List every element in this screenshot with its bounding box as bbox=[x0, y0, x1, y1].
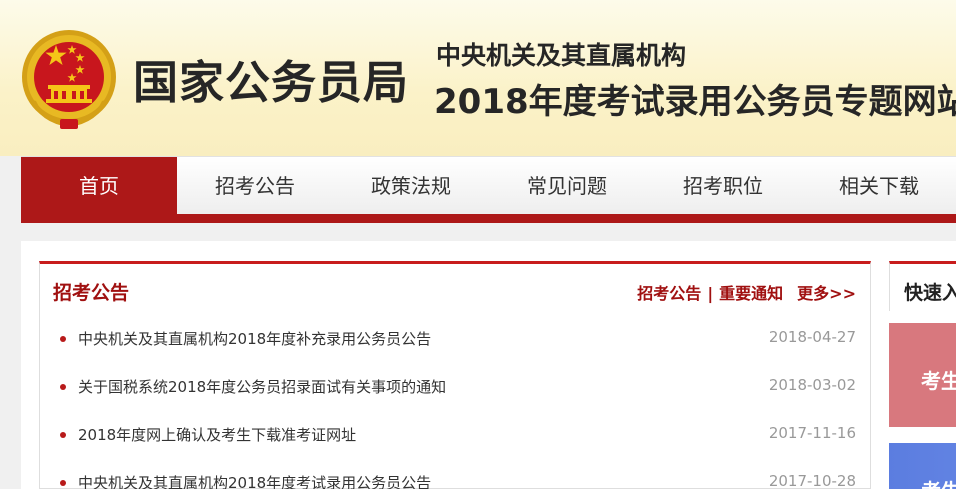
site-subtitle-line1: 中央机关及其直属机构 bbox=[436, 41, 687, 70]
news-title-link[interactable]: 中央机关及其直属机构2018年度考试录用公务员公告 bbox=[78, 472, 431, 489]
main-nav: 首页 招考公告 政策法规 常见问题 招考职位 相关下载 bbox=[21, 156, 956, 215]
news-date: 2017-11-16 bbox=[768, 424, 856, 442]
bullet-icon bbox=[60, 480, 66, 486]
nav-item-positions[interactable]: 招考职位 bbox=[645, 157, 801, 215]
quick-candidate-label: 考生 bbox=[921, 369, 956, 393]
quick-access-header: 快速入 bbox=[889, 261, 956, 311]
notice-panel-links: 招考公告 | 重要通知 更多>> bbox=[637, 280, 856, 304]
bullet-icon bbox=[60, 336, 66, 342]
nav-item-notices[interactable]: 招考公告 bbox=[177, 157, 333, 215]
site-org-name: 国家公务员局 bbox=[133, 56, 410, 109]
list-item: 2018年度网上确认及考生下载准考证网址 2017-11-16 bbox=[40, 412, 870, 460]
national-emblem-icon bbox=[22, 30, 116, 129]
bullet-icon bbox=[60, 384, 66, 390]
tab-separator: | bbox=[707, 284, 714, 303]
list-item: 中央机关及其直属机构2018年度补充录用公务员公告 2018-04-27 bbox=[40, 316, 870, 364]
nav-underline-bar bbox=[21, 214, 956, 223]
news-title-link[interactable]: 关于国税系统2018年度公务员招录面试有关事项的通知 bbox=[78, 376, 446, 397]
bullet-icon bbox=[60, 432, 66, 438]
site-subtitle-line2: 2018年度考试录用公务员专题网站 bbox=[434, 82, 956, 122]
nav-item-downloads[interactable]: 相关下载 bbox=[801, 157, 956, 215]
notice-panel-title: 招考公告 bbox=[53, 282, 130, 304]
nav-item-faq[interactable]: 常见问题 bbox=[489, 157, 645, 215]
list-item: 关于国税系统2018年度公务员招录面试有关事项的通知 2018-03-02 bbox=[40, 364, 870, 412]
tab-notices-link[interactable]: 招考公告 bbox=[637, 284, 701, 303]
tab-important-link[interactable]: 重要通知 bbox=[719, 284, 783, 303]
more-link[interactable]: 更多>> bbox=[797, 284, 856, 303]
list-item: 中央机关及其直属机构2018年度考试录用公务员公告 2017-10-28 bbox=[40, 460, 870, 489]
quick-access-title: 快速入 bbox=[904, 282, 956, 304]
quick-candidate-button[interactable]: 考生 bbox=[889, 323, 956, 427]
nav-item-home[interactable]: 首页 bbox=[21, 157, 177, 215]
news-date: 2017-10-28 bbox=[768, 472, 856, 489]
quick-access-panel: 快速入 考生 考生 bbox=[889, 261, 956, 489]
site-header: 国家公务员局 中央机关及其直属机构 2018年度考试录用公务员专题网站 bbox=[0, 0, 956, 156]
notice-panel: 招考公告 招考公告 | 重要通知 更多>> 中央机关及其直属机构2018年度补充录用公… bbox=[39, 261, 871, 489]
quick-candidate-label-2: 考生 bbox=[921, 475, 956, 489]
news-date: 2018-04-27 bbox=[768, 328, 856, 346]
news-title-link[interactable]: 2018年度网上确认及考生下载准考证网址 bbox=[78, 424, 356, 445]
nav-item-policies[interactable]: 政策法规 bbox=[333, 157, 489, 215]
quick-candidate-button-2[interactable]: 考生 bbox=[889, 443, 956, 489]
news-title-link[interactable]: 中央机关及其直属机构2018年度补充录用公务员公告 bbox=[78, 328, 431, 349]
news-list: 中央机关及其直属机构2018年度补充录用公务员公告 2018-04-27 关于国… bbox=[40, 316, 870, 489]
news-date: 2018-03-02 bbox=[768, 376, 856, 394]
